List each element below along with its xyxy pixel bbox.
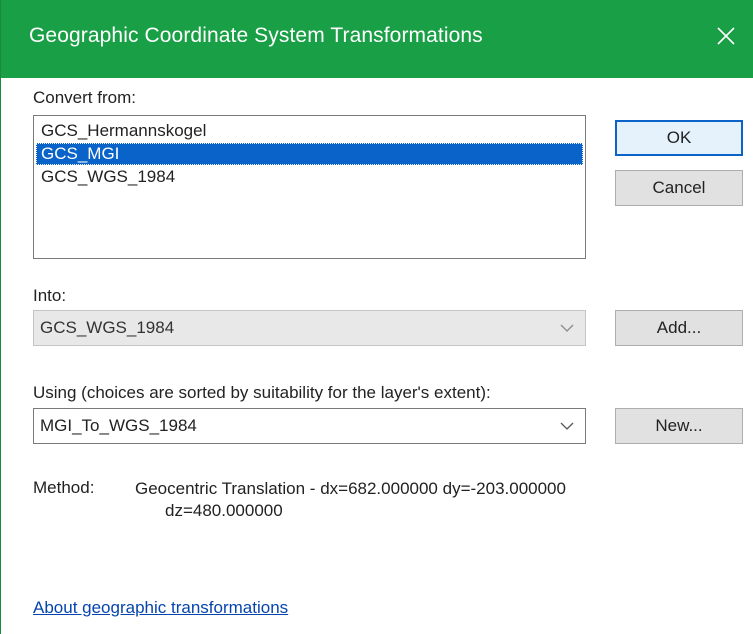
method-label: Method: xyxy=(33,478,95,497)
using-value: MGI_To_WGS_1984 xyxy=(40,416,197,435)
chevron-down-icon xyxy=(559,419,575,433)
close-button[interactable] xyxy=(706,16,746,56)
cancel-button[interactable]: Cancel xyxy=(615,170,743,206)
into-dropdown[interactable]: GCS_WGS_1984 xyxy=(33,310,586,346)
method-line-1: Geocentric Translation - dx=682.000000 d… xyxy=(135,479,566,498)
using-label: Using (choices are sorted by suitability… xyxy=(33,383,491,402)
title-bar: Geographic Coordinate System Transformat… xyxy=(1,0,753,78)
into-value: GCS_WGS_1984 xyxy=(40,318,175,337)
window-title: Geographic Coordinate System Transformat… xyxy=(29,24,483,47)
ok-button[interactable]: OK xyxy=(615,120,743,156)
new-button[interactable]: New... xyxy=(615,408,743,444)
about-transformations-link[interactable]: About geographic transformations xyxy=(33,598,288,618)
convert-from-label: Convert from: xyxy=(33,88,136,107)
transformations-dialog: Geographic Coordinate System Transformat… xyxy=(0,0,753,634)
convert-from-listbox[interactable]: GCS_Hermannskogel GCS_MGI GCS_WGS_1984 xyxy=(33,115,586,259)
method-description: Geocentric Translation - dx=682.000000 d… xyxy=(135,478,675,522)
close-icon xyxy=(717,27,735,45)
into-label: Into: xyxy=(33,286,67,305)
add-button[interactable]: Add... xyxy=(615,310,743,346)
chevron-down-icon xyxy=(559,321,575,335)
using-dropdown[interactable]: MGI_To_WGS_1984 xyxy=(33,408,586,444)
list-item[interactable]: GCS_Hermannskogel xyxy=(36,120,583,142)
method-line-2: dz=480.000000 xyxy=(165,501,283,520)
list-item-selected[interactable]: GCS_MGI xyxy=(36,143,583,165)
list-item[interactable]: GCS_WGS_1984 xyxy=(36,166,583,188)
